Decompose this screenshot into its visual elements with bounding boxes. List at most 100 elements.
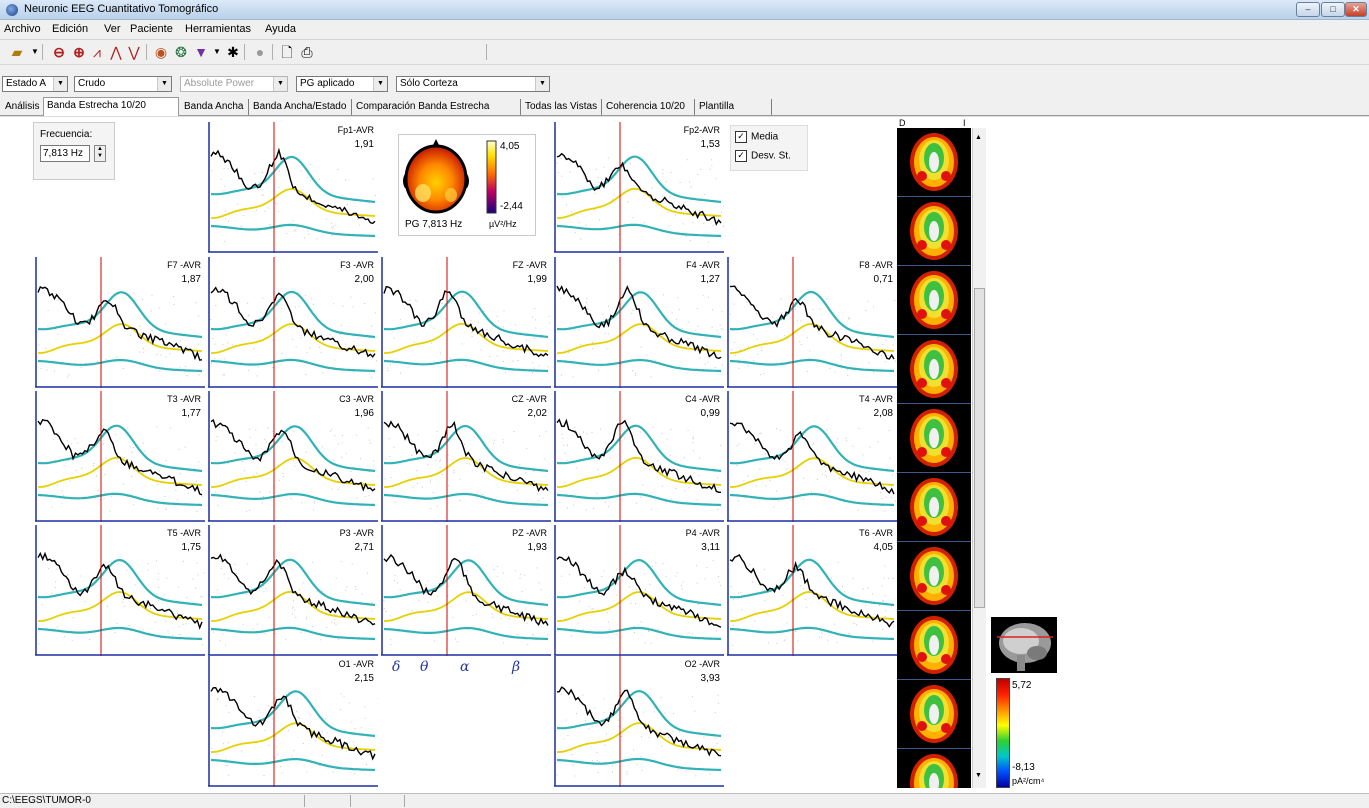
menu-ayuda[interactable]: Ayuda	[265, 23, 296, 35]
tab-analisis[interactable]: Análisis	[2, 99, 44, 115]
sd-lower-curve	[557, 225, 721, 236]
scroll-down-icon[interactable]: ▼	[975, 772, 982, 779]
zoom-in-icon[interactable]: ⊕	[70, 43, 88, 61]
channel-label: O2 -AVR	[685, 659, 720, 669]
colorbar-max: 5,72	[1012, 680, 1031, 691]
sd-lower-curve	[557, 494, 721, 505]
curve-options: ✓Media ✓Desv. St.	[730, 125, 808, 171]
spectrum-panel-p3avr[interactable]: P3 -AVR2,71	[208, 525, 378, 656]
channel-value: 1,99	[528, 274, 547, 285]
mean-curve	[38, 458, 202, 487]
data-select[interactable]: Crudo▼	[74, 76, 172, 92]
tab-banda-ancha-estado[interactable]: Banda Ancha/Estado	[250, 99, 352, 115]
menu-archivo[interactable]: Archivo	[4, 23, 41, 35]
tab-banda-ancha[interactable]: Banda Ancha	[181, 99, 249, 115]
spectrum-panel-pzavr[interactable]: PZ -AVR1,93	[381, 525, 551, 656]
strip-scrollbar[interactable]: ▲ ▼	[972, 128, 986, 788]
menu-edicion[interactable]: Edición	[52, 23, 88, 35]
spectrum-panel-t4avr[interactable]: T4 -AVR2,08	[727, 391, 897, 522]
frequency-spinner[interactable]: ▲▼	[94, 145, 106, 162]
close-button[interactable]: ✕	[1345, 2, 1367, 17]
region-select[interactable]: Sólo Corteza▼	[396, 76, 550, 92]
mean-curve	[211, 723, 375, 752]
band-alpha: α	[460, 659, 469, 675]
axial-slice[interactable]	[897, 749, 971, 788]
stop-icon[interactable]: ●	[251, 43, 269, 61]
print-icon[interactable]: ⎙	[298, 43, 316, 61]
chevron-down-icon[interactable]: ▼	[535, 77, 549, 91]
tab-coherencia[interactable]: Coherencia 10/20	[603, 99, 695, 115]
correction-select-value: PG aplicado	[300, 78, 354, 89]
axial-slice[interactable]	[897, 680, 971, 749]
peak-down-icon[interactable]: ⋁	[125, 43, 143, 61]
axial-slice[interactable]	[897, 404, 971, 473]
minimize-button[interactable]: –	[1296, 2, 1320, 17]
zoom-out-icon[interactable]: ⊖	[50, 43, 68, 61]
peak-up-icon[interactable]: ⋀	[107, 43, 125, 61]
menu-herramientas[interactable]: Herramientas	[185, 23, 251, 35]
sd-lower-curve	[557, 759, 721, 770]
spectrum-panel-fzavr[interactable]: FZ -AVR1,99	[381, 257, 551, 388]
spectrum-panel-t5avr[interactable]: T5 -AVR1,75	[35, 525, 205, 656]
desv-checkbox[interactable]: ✓	[735, 150, 747, 162]
sd-upper-curve	[38, 560, 202, 605]
spectrum-panel-czavr[interactable]: CZ -AVR2,02	[381, 391, 551, 522]
axial-slice[interactable]	[897, 473, 971, 542]
scroll-thumb[interactable]	[974, 288, 985, 608]
axial-slice[interactable]	[897, 197, 971, 266]
state-select[interactable]: Estado A▼	[2, 76, 68, 92]
menu-ver[interactable]: Ver	[104, 23, 121, 35]
chevron-down-icon[interactable]: ▼	[373, 77, 387, 91]
scroll-up-icon[interactable]: ▲	[975, 134, 982, 141]
head-map-max: 4,05	[500, 141, 519, 152]
spectrum-panel-o1avr[interactable]: O1 -AVR2,15	[208, 656, 378, 787]
spectrum-panel-t3avr[interactable]: T3 -AVR1,77	[35, 391, 205, 522]
spectrum-panel-t6avr[interactable]: T6 -AVR4,05	[727, 525, 897, 656]
channel-label: F7 -AVR	[167, 260, 201, 270]
spectrum-panel-c4avr[interactable]: C4 -AVR0,99	[554, 391, 724, 522]
waves-icon[interactable]: ⩘	[88, 43, 106, 61]
media-checkbox[interactable]: ✓	[735, 131, 747, 143]
sd-upper-curve	[557, 691, 721, 736]
spectrum-panel-f8avr[interactable]: F8 -AVR0,71	[727, 257, 897, 388]
spectrum-panel-f3avr[interactable]: F3 -AVR2,00	[208, 257, 378, 388]
spectrum-panel-c3avr[interactable]: C3 -AVR1,96	[208, 391, 378, 522]
axial-slice[interactable]	[897, 128, 971, 197]
spectrum-panel-p4avr[interactable]: P4 -AVR3,11	[554, 525, 724, 656]
axial-slice[interactable]	[897, 266, 971, 335]
print-preview-icon[interactable]: 🗋	[278, 43, 296, 61]
maximize-button[interactable]: □	[1321, 2, 1345, 17]
spectrum-panel-o2avr[interactable]: O2 -AVR3,93	[554, 656, 724, 787]
tab-todas-vistas[interactable]: Todas las Vistas	[522, 99, 602, 115]
media-option[interactable]: ✓Media	[735, 131, 778, 143]
chevron-down-icon[interactable]: ▼	[53, 77, 67, 91]
chevron-down-icon[interactable]: ▼	[157, 77, 171, 91]
status-separator	[350, 795, 351, 807]
axial-slice-graphic	[897, 680, 971, 748]
brain-icon[interactable]: ❂	[172, 43, 190, 61]
desv-option[interactable]: ✓Desv. St.	[735, 150, 791, 162]
axial-slice[interactable]	[897, 611, 971, 680]
correction-select[interactable]: PG aplicado ▼	[296, 76, 388, 92]
tab-banda-estrecha[interactable]: Banda Estrecha 10/20	[43, 97, 179, 116]
spectrum-panel-f4avr[interactable]: F4 -AVR1,27	[554, 257, 724, 388]
open-folder-icon[interactable]: ▰	[8, 43, 26, 61]
head-map-icon[interactable]: ◉	[152, 43, 170, 61]
channel-label: O1 -AVR	[339, 659, 374, 669]
band-beta: β	[512, 659, 520, 675]
spectrum-panel-fp2avr[interactable]: Fp2-AVR1,53	[554, 122, 724, 253]
frequency-input[interactable]: 7,813 Hz	[40, 145, 90, 162]
tab-comparacion[interactable]: Comparación Banda Estrecha 10/20	[353, 99, 521, 115]
menu-paciente[interactable]: Paciente	[130, 23, 173, 35]
spectrum-panel-fp1avr[interactable]: Fp1-AVR1,91	[208, 122, 378, 253]
spectrum-panel-f7avr[interactable]: F7 -AVR1,87	[35, 257, 205, 388]
strip-right-label: I	[963, 118, 966, 128]
sd-lower-curve	[211, 360, 375, 371]
channel-value: 0,99	[701, 408, 720, 419]
tab-plantilla-usuario[interactable]: Plantilla Usuario	[696, 99, 772, 115]
axial-slice[interactable]	[897, 335, 971, 404]
mean-curve	[211, 189, 375, 218]
axial-slice[interactable]	[897, 542, 971, 611]
brain-slice-strip[interactable]	[897, 128, 971, 788]
electrodes-icon[interactable]: ✱	[224, 43, 242, 61]
